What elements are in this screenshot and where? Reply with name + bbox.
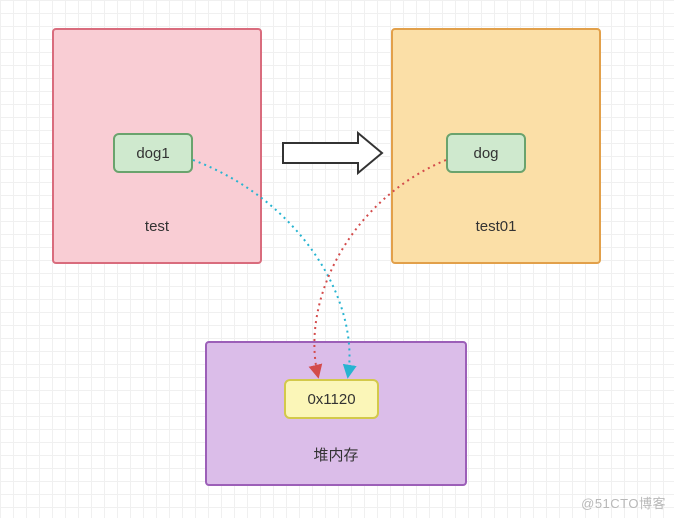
box-test-label: test: [52, 218, 262, 235]
watermark: @51CTO博客: [581, 493, 666, 512]
node-address: 0x1120: [284, 379, 379, 419]
box-heap-label: 堆内存: [205, 444, 467, 465]
node-dog1: dog1: [113, 133, 193, 173]
node-dog-label: dog: [473, 145, 498, 162]
node-dog1-label: dog1: [136, 145, 169, 162]
box-test01-label: test01: [391, 218, 601, 235]
arrow-test-to-test01: [283, 133, 382, 173]
node-address-label: 0x1120: [307, 391, 355, 408]
node-dog: dog: [446, 133, 526, 173]
